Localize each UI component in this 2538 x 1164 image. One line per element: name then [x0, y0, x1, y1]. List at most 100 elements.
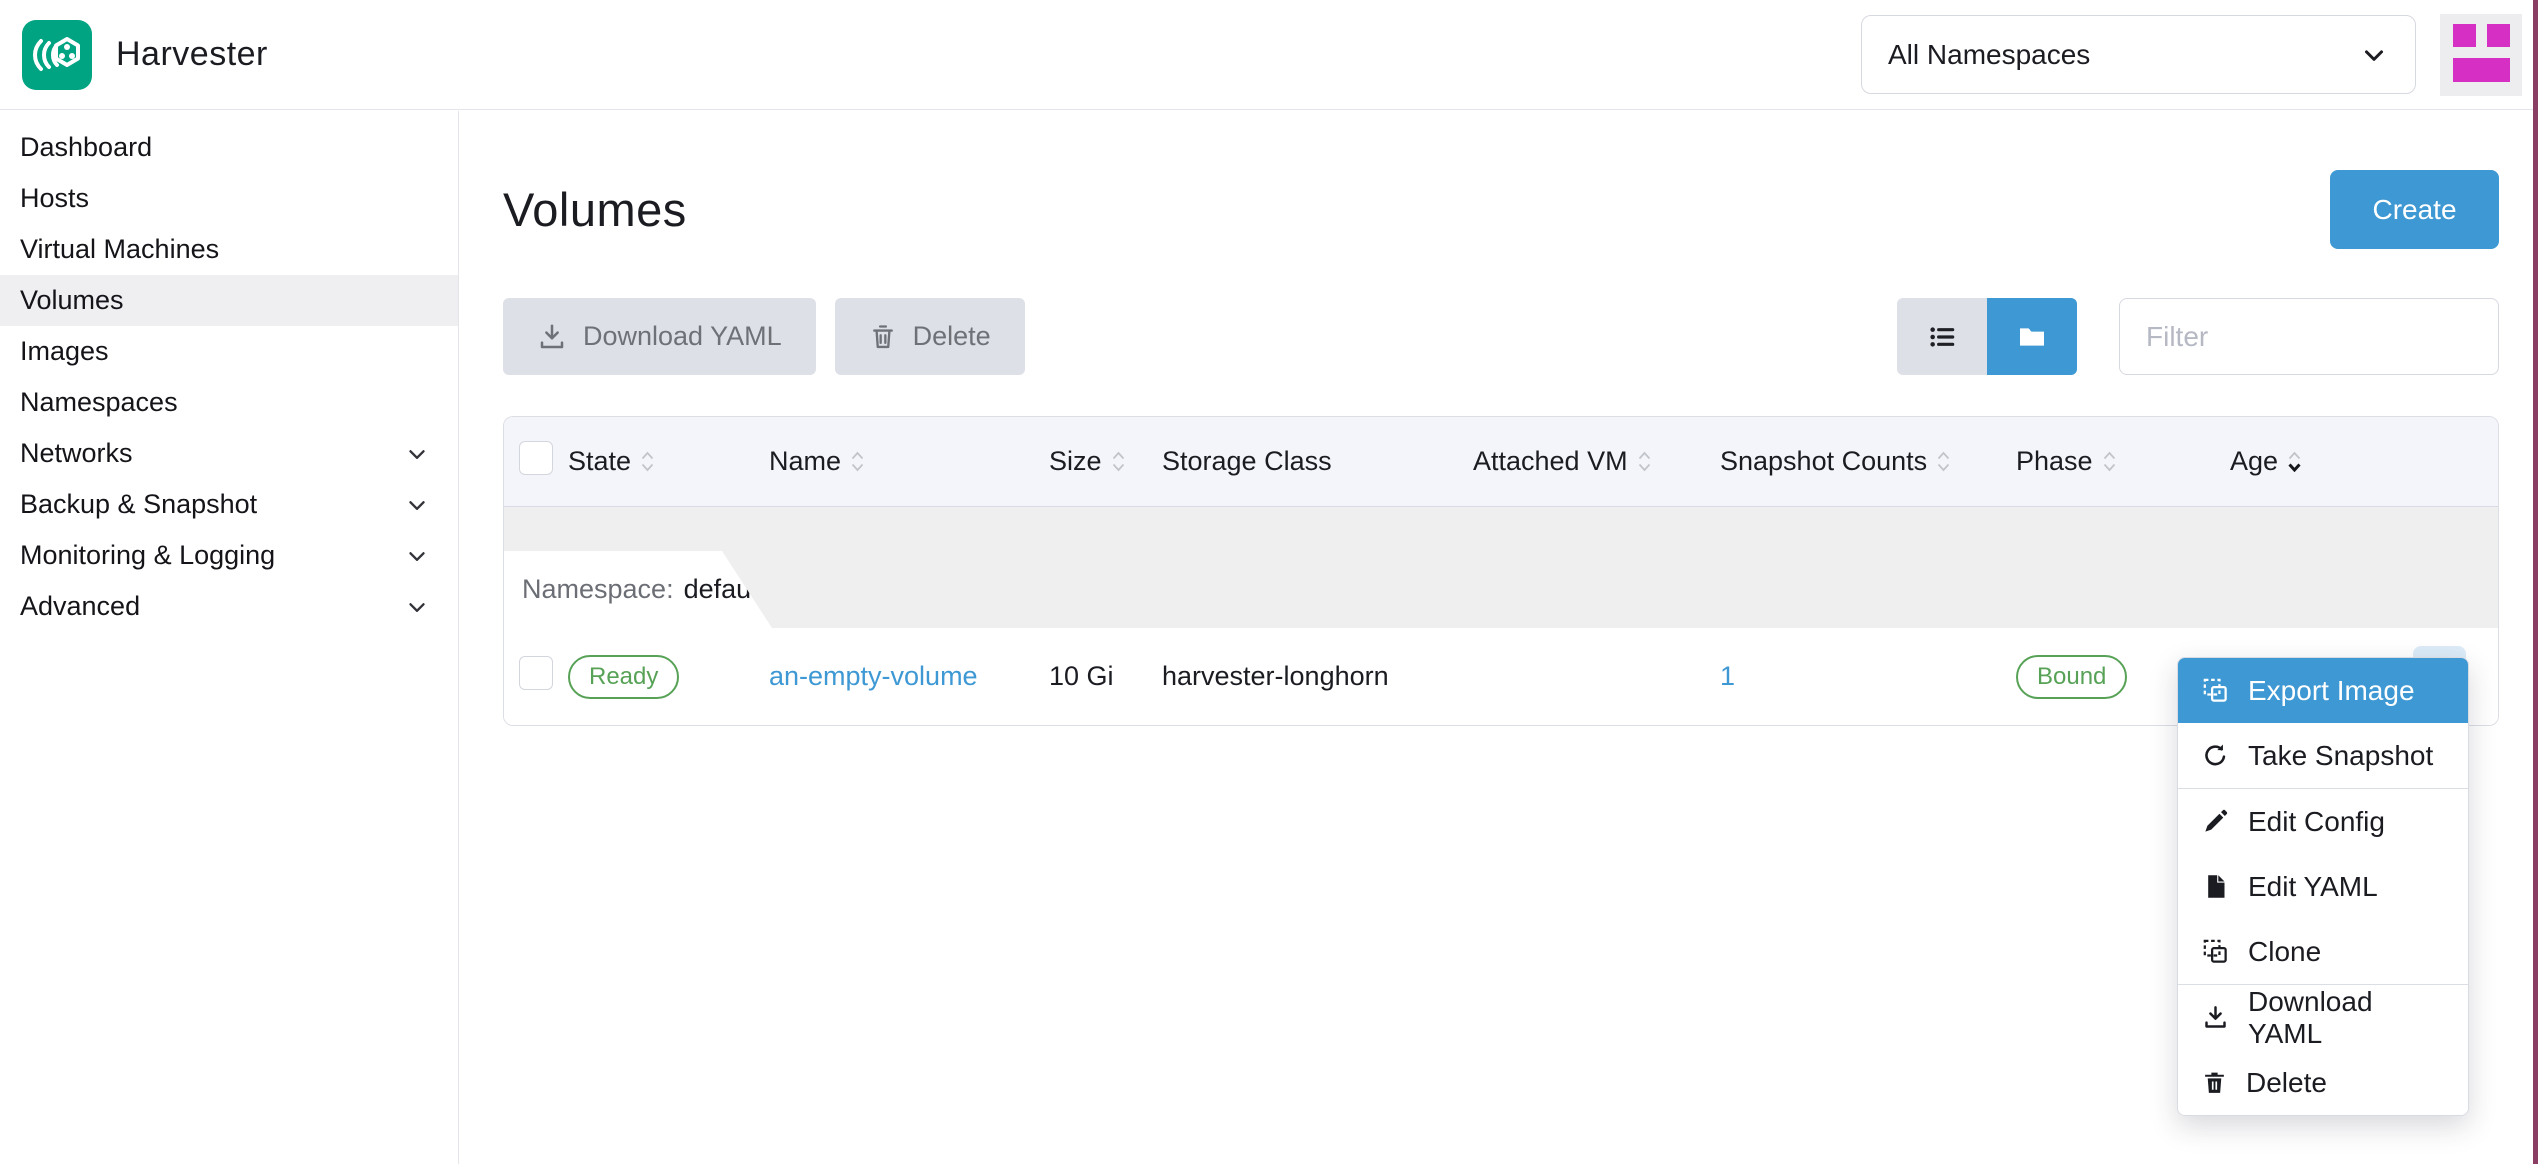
sidebar-item-networks[interactable]: Networks: [0, 428, 458, 479]
menu-item-take-snapshot[interactable]: Take Snapshot: [2178, 723, 2468, 788]
menu-item-clone[interactable]: Clone: [2178, 919, 2468, 984]
brand-title: Harvester: [116, 35, 268, 74]
toolbar: Download YAML Delete: [503, 298, 2499, 375]
menu-item-label: Edit Config: [2248, 806, 2385, 838]
menu-item-label: Export Image: [2248, 675, 2415, 707]
column-header-age[interactable]: Age: [2230, 446, 2399, 477]
menu-item-label: Take Snapshot: [2248, 740, 2433, 772]
chevron-down-icon: [404, 543, 430, 569]
namespace-group-tab: Namespace: default: [504, 551, 772, 628]
menu-item-edit-yaml[interactable]: Edit YAML: [2178, 854, 2468, 919]
trash-icon: [2202, 1070, 2227, 1095]
window-edge-line: [2533, 0, 2538, 1164]
row-context-menu: Export Image Take Snapshot Edit Config E…: [2177, 657, 2469, 1116]
sidebar-item-label: Namespaces: [20, 387, 178, 418]
create-button[interactable]: Create: [2330, 170, 2499, 249]
sidebar-item-label: Volumes: [20, 285, 124, 316]
delete-label: Delete: [913, 321, 991, 352]
sort-icon: [2102, 451, 2117, 472]
sidebar-item-label: Backup & Snapshot: [20, 489, 257, 520]
harvester-logo-icon: [22, 20, 92, 90]
column-header-name[interactable]: Name: [769, 446, 1049, 477]
column-label: State: [568, 446, 631, 477]
group-label-value: default: [684, 574, 765, 605]
namespace-group-row: Namespace: default: [504, 507, 2498, 628]
column-label: Attached VM: [1473, 446, 1628, 477]
sort-icon: [1111, 451, 1126, 472]
column-header-storage-class[interactable]: Storage Class: [1162, 446, 1473, 477]
sidebar-item-dashboard[interactable]: Dashboard: [0, 122, 458, 173]
delete-button[interactable]: Delete: [835, 298, 1025, 375]
sort-icon: [1936, 451, 1951, 472]
sidebar-item-monitoring-logging[interactable]: Monitoring & Logging: [0, 530, 458, 581]
column-label: Storage Class: [1162, 446, 1332, 477]
column-label: Age: [2230, 446, 2278, 477]
table-header-row: State Name Size: [504, 417, 2498, 507]
sidebar-item-namespaces[interactable]: Namespaces: [0, 377, 458, 428]
export-image-icon: [2202, 677, 2229, 704]
avatar-block: [2453, 58, 2510, 82]
sidebar: Dashboard Hosts Virtual Machines Volumes…: [0, 111, 459, 1164]
clone-icon: [2202, 938, 2229, 965]
phase-badge: Bound: [2016, 655, 2127, 699]
snapshot-icon: [2202, 742, 2229, 769]
state-badge: Ready: [568, 655, 679, 699]
column-header-state[interactable]: State: [568, 446, 769, 477]
sidebar-item-virtual-machines[interactable]: Virtual Machines: [0, 224, 458, 275]
grouped-view-button[interactable]: [1987, 298, 2077, 375]
menu-item-label: Edit YAML: [2248, 871, 2378, 903]
sidebar-item-images[interactable]: Images: [0, 326, 458, 377]
sidebar-item-label: Monitoring & Logging: [20, 540, 275, 571]
folder-icon: [2016, 321, 2048, 353]
menu-item-download-yaml[interactable]: Download YAML: [2178, 985, 2468, 1050]
sidebar-item-hosts[interactable]: Hosts: [0, 173, 458, 224]
menu-item-edit-config[interactable]: Edit Config: [2178, 789, 2468, 854]
column-label: Size: [1049, 446, 1102, 477]
user-avatar[interactable]: [2440, 14, 2522, 96]
list-view-icon: [1926, 321, 1958, 353]
sidebar-item-label: Networks: [20, 438, 133, 469]
page-title: Volumes: [503, 182, 687, 237]
list-view-button[interactable]: [1897, 298, 1987, 375]
namespace-selector-value: All Namespaces: [1888, 39, 2090, 71]
sort-icon: [640, 451, 655, 472]
top-bar: Harvester All Namespaces: [0, 0, 2538, 110]
sidebar-item-advanced[interactable]: Advanced: [0, 581, 458, 632]
select-all-checkbox[interactable]: [519, 441, 553, 475]
chevron-down-icon: [2359, 40, 2389, 70]
chevron-down-icon: [404, 594, 430, 620]
menu-item-delete[interactable]: Delete: [2178, 1050, 2468, 1115]
volume-name-link[interactable]: an-empty-volume: [769, 661, 978, 691]
storage-class-cell: harvester-longhorn: [1162, 661, 1473, 692]
download-icon: [537, 322, 567, 352]
column-label: Name: [769, 446, 841, 477]
trash-icon: [869, 323, 897, 351]
sidebar-item-volumes[interactable]: Volumes: [0, 275, 458, 326]
chevron-down-icon: [404, 441, 430, 467]
namespace-selector[interactable]: All Namespaces: [1861, 15, 2416, 94]
column-label: Snapshot Counts: [1720, 446, 1927, 477]
download-icon: [2202, 1004, 2229, 1031]
column-label: Phase: [2016, 446, 2093, 477]
avatar-block: [2453, 24, 2476, 47]
pencil-icon: [2202, 808, 2229, 835]
column-header-phase[interactable]: Phase: [2016, 446, 2230, 477]
avatar-block: [2487, 24, 2510, 47]
filter-input[interactable]: [2119, 298, 2499, 375]
group-label-prefix: Namespace:: [522, 574, 674, 605]
download-yaml-button[interactable]: Download YAML: [503, 298, 816, 375]
menu-item-export-image[interactable]: Export Image: [2178, 658, 2468, 723]
menu-item-label: Delete: [2246, 1067, 2327, 1099]
view-mode-toggle: [1897, 298, 2077, 375]
sidebar-item-backup-snapshot[interactable]: Backup & Snapshot: [0, 479, 458, 530]
snapshot-counts-link[interactable]: 1: [1720, 661, 1735, 691]
size-cell: 10 Gi: [1049, 661, 1162, 692]
sort-icon: [1637, 451, 1652, 472]
column-header-snapshot-counts[interactable]: Snapshot Counts: [1720, 446, 2016, 477]
chevron-down-icon: [404, 492, 430, 518]
column-header-size[interactable]: Size: [1049, 446, 1162, 477]
row-checkbox[interactable]: [519, 656, 553, 690]
menu-item-label: Download YAML: [2248, 986, 2448, 1050]
column-header-attached-vm[interactable]: Attached VM: [1473, 446, 1720, 477]
sort-icon: [850, 451, 865, 472]
